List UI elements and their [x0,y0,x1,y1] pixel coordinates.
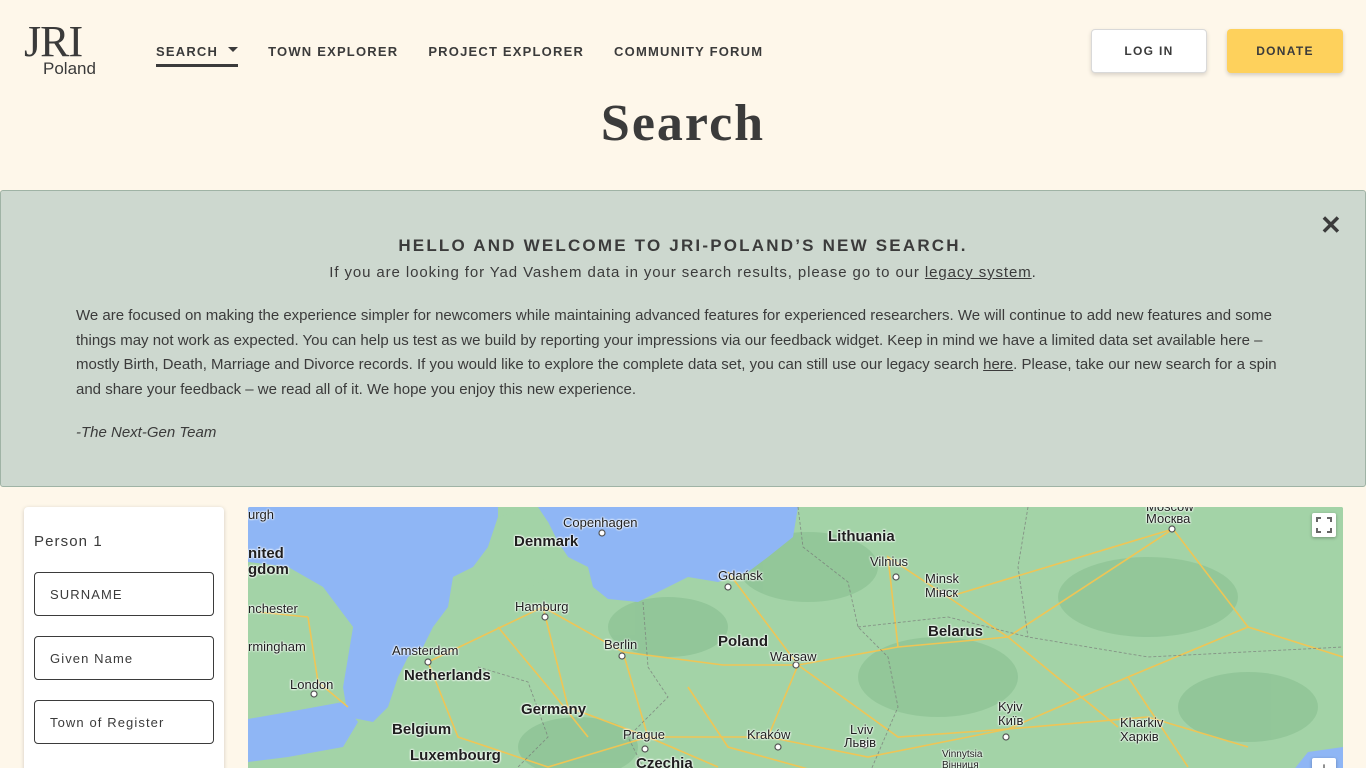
map-label: Харків [1120,729,1159,744]
map-label: Москва [1146,511,1191,526]
fullscreen-icon [1316,517,1332,533]
caret-down-icon [228,47,239,52]
nav-search-label: SEARCH [156,44,219,59]
banner-heading: HELLO AND WELCOME TO JRI-POLAND’S NEW SE… [398,236,968,255]
map-label: Vinnytsia [942,749,983,760]
person-label: Person 1 [34,533,103,550]
banner-subtitle-end: . [1031,264,1037,281]
map-label: Poland [718,633,769,650]
map-label: Kyiv [998,699,1023,714]
map-label: Київ [998,713,1024,728]
map-label: Hamburg [515,599,569,614]
map-label: urgh [248,507,275,522]
town-of-register-input[interactable] [34,700,214,744]
map-zoom-in-button[interactable]: + [1312,758,1336,768]
map-label: Vilnius [870,554,909,569]
nav-search[interactable]: SEARCH [156,44,239,70]
map-label: gdom [248,561,289,578]
banner-signature: -The Next-Gen Team [76,424,217,441]
banner-subtitle: If you are looking for Yad Vashem data i… [0,264,1366,281]
map-label: Netherlands [404,667,491,684]
map-label: Мінск [925,585,959,600]
legacy-search-here-link[interactable]: here [983,356,1013,373]
map-label: Warsaw [770,649,817,664]
map-label: nited [248,545,284,562]
surname-input[interactable] [34,572,214,616]
map-label: Belarus [928,623,984,640]
map-label: Germany [521,701,587,718]
nav-project-explorer-label: PROJECT EXPLORER [428,44,585,59]
map-label: rmingham [248,639,306,654]
map-label: Copenhagen [563,515,638,530]
nav-project-explorer[interactable]: PROJECT EXPLORER [428,44,584,70]
main-nav: SEARCH TOWN EXPLORER PROJECT EXPLORER CO… [156,44,763,70]
nav-town-explorer[interactable]: TOWN EXPLORER [268,44,398,70]
map-label: Czechia [636,755,693,768]
map-label: Kraków [747,727,791,742]
logo-jri-text: JRI [24,17,83,66]
map-label: Denmark [514,533,579,550]
map-label: London [290,677,334,692]
nav-community-forum-label: COMMUNITY FORUM [614,44,764,59]
logo-poland-text: Poland [43,59,96,78]
map-label: Gdańsk [718,568,763,583]
map-label: Berlin [604,637,638,652]
nav-community-forum[interactable]: COMMUNITY FORUM [614,44,763,70]
map-label: nchester [248,601,298,616]
map-label: Prague [623,727,665,742]
login-button[interactable]: LOG IN [1091,29,1207,73]
map-label: Львів [844,735,877,750]
banner-subtitle-text: If you are looking for Yad Vashem data i… [329,264,925,281]
banner-body: We are focused on making the experience … [76,304,1296,402]
map-label: Lithuania [828,528,895,545]
page-title: Search [600,95,766,152]
close-banner-icon[interactable]: ✕ [1320,212,1342,238]
map-label: Kharkiv [1120,715,1164,730]
donate-button[interactable]: DONATE [1227,29,1343,73]
jri-poland-logo[interactable]: JRI Poland [24,20,100,80]
europe-map[interactable]: urgh nited gdom nchester rmingham London Copen… [248,507,1343,768]
map-label: Amsterdam [392,643,459,658]
map-label: Belgium [392,721,452,738]
legacy-system-link[interactable]: legacy system [925,264,1032,281]
nav-town-explorer-label: TOWN EXPLORER [268,44,399,59]
map-label: Вінниця [942,760,979,768]
map-fullscreen-button[interactable] [1312,513,1336,537]
map-label: Luxembourg [410,747,501,764]
given-name-input[interactable] [34,636,214,680]
map-label: Minsk [925,571,959,586]
